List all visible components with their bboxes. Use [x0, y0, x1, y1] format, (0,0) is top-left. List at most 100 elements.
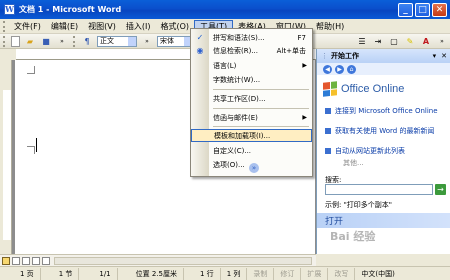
- outline-view-icon[interactable]: [32, 256, 40, 265]
- menu-item-label: 语言(L): [213, 61, 237, 70]
- submenu-arrow-icon: ▶: [302, 62, 307, 69]
- task-pane-title: 开始工作: [331, 52, 359, 60]
- link-latest-news[interactable]: 获取有关使用 Word 的最新新闻: [325, 127, 447, 135]
- submenu-arrow-icon: ▶: [302, 114, 307, 121]
- task-pane-close-icon[interactable]: ✕: [441, 52, 447, 60]
- style-select[interactable]: 正文: [97, 35, 137, 47]
- highlight-icon[interactable]: ✎: [404, 36, 416, 47]
- link-auto-update[interactable]: 自动从网站更新此列表: [325, 147, 447, 155]
- status-language: 中文(中国): [361, 269, 395, 278]
- open-folder-icon[interactable]: ▰: [24, 36, 36, 47]
- menu-item-templates-addins[interactable]: 模板和加载项(I)...: [191, 129, 312, 142]
- maximize-button[interactable]: □: [415, 2, 430, 17]
- baidu-watermark: Bai 经验: [330, 230, 376, 243]
- web-view-icon[interactable]: [12, 256, 20, 265]
- menu-item-research[interactable]: ◉ 信息检索(R)... Alt+单击: [191, 44, 312, 57]
- menu-format[interactable]: 格式(O): [155, 20, 194, 33]
- task-pane-menu-icon[interactable]: ▾: [433, 52, 437, 60]
- toolbar-grip[interactable]: [73, 35, 76, 47]
- menu-view[interactable]: 视图(V): [83, 20, 121, 33]
- bullet-icon: [325, 108, 331, 114]
- bullets-icon[interactable]: ☰: [356, 36, 368, 47]
- print-layout-icon[interactable]: [22, 256, 30, 265]
- status-extend[interactable]: 扩展: [301, 267, 329, 280]
- window-title: 文档 1 - Microsoft Word: [19, 5, 122, 14]
- status-overtype[interactable]: 改写: [328, 267, 356, 280]
- status-record[interactable]: 录制: [247, 267, 275, 280]
- menu-item-label: 拼写和语法(S)...: [213, 33, 265, 42]
- close-button[interactable]: ✕: [432, 2, 447, 17]
- toolbar-options-icon[interactable]: »: [56, 36, 68, 47]
- menu-item-spelling[interactable]: ✓ 拼写和语法(S)... F7: [191, 31, 312, 44]
- font-color-icon[interactable]: A: [420, 36, 432, 47]
- status-section: 1 节: [41, 267, 80, 280]
- minimize-button[interactable]: _: [398, 2, 413, 17]
- open-section-header: 打开: [317, 213, 450, 228]
- expand-menu-icon[interactable]: »: [249, 163, 259, 173]
- menu-file[interactable]: 文件(F): [9, 20, 46, 33]
- indent-icon[interactable]: ⇥: [372, 36, 384, 47]
- search-input[interactable]: [325, 184, 433, 195]
- text-cursor: [36, 138, 37, 152]
- menu-item-language[interactable]: 语言(L) ▶: [191, 59, 312, 72]
- link-more[interactable]: 其他...: [343, 159, 364, 167]
- task-pane-nav: ◀ ▶ ⌂: [317, 63, 450, 75]
- status-track-changes[interactable]: 修订: [274, 267, 302, 280]
- normal-view-icon[interactable]: [2, 256, 10, 265]
- menu-item-word-count[interactable]: 字数统计(W)...: [191, 73, 312, 86]
- menu-insert[interactable]: 插入(I): [121, 20, 156, 33]
- status-position: 位置 2.5厘米: [118, 267, 184, 280]
- toolbar-grip[interactable]: [3, 20, 6, 32]
- menu-edit[interactable]: 编辑(E): [46, 20, 83, 33]
- title-bar: W 文档 1 - Microsoft Word _ □ ✕: [0, 0, 450, 19]
- menu-item-shared-workspace[interactable]: 共享工作区(D)...: [191, 92, 312, 105]
- menu-separator: [213, 89, 309, 90]
- menu-item-letters-mailings[interactable]: 信函与邮件(E) ▶: [191, 111, 312, 124]
- styles-icon[interactable]: ¶: [81, 36, 93, 47]
- formatting-toolbar: ☰ ⇥ ▢ ✎ A »: [320, 34, 450, 49]
- toolbar-options-icon[interactable]: »: [436, 36, 448, 47]
- menu-item-label: 模板和加载项(I)...: [214, 131, 271, 140]
- back-icon[interactable]: ◀: [323, 64, 332, 74]
- toolbar-options-icon[interactable]: »: [141, 36, 153, 47]
- menu-item-label: 字数统计(W)...: [213, 75, 261, 84]
- menu-item-label: 信函与邮件(E): [213, 113, 258, 122]
- tools-menu: ✓ 拼写和语法(S)... F7 ◉ 信息检索(R)... Alt+单击 语言(…: [190, 28, 313, 177]
- new-document-icon[interactable]: [11, 35, 20, 47]
- menu-separator: [213, 108, 309, 109]
- toolbar-grip[interactable]: [3, 35, 6, 47]
- menu-item-shortcut: F7: [297, 33, 306, 42]
- task-pane: ⋮ 开始工作 ▾ ✕ ◀ ▶ ⌂ Office Online 连接到 Micro…: [316, 49, 450, 254]
- spellcheck-icon: ✓: [196, 33, 204, 42]
- menu-item-customize[interactable]: 自定义(C)...: [191, 144, 312, 157]
- search-example: 示例: "打印多个副本": [325, 201, 393, 209]
- menu-separator: [213, 126, 309, 127]
- view-buttons-bar: [0, 254, 316, 266]
- margin-corner-mark: [27, 146, 35, 154]
- link-connect-office-online[interactable]: 连接到 Microsoft Office Online: [325, 107, 447, 115]
- menu-item-label: 自定义(C)...: [213, 146, 252, 155]
- menu-item-label: 选项(O)...: [213, 160, 245, 169]
- task-pane-grip-icon[interactable]: ⋮: [321, 52, 328, 60]
- save-icon[interactable]: ■: [40, 36, 52, 47]
- status-bar: 1 页 1 节 1/1 位置 2.5厘米 1 行 1 列 录制 修订 扩展 改写…: [0, 266, 450, 280]
- vertical-ruler[interactable]: [0, 60, 12, 254]
- home-icon[interactable]: ⌂: [347, 64, 356, 74]
- menu-item-label: 共享工作区(D)...: [213, 94, 266, 103]
- horizontal-scrollbar[interactable]: [54, 256, 312, 265]
- research-icon: ◉: [196, 46, 204, 55]
- office-logo-icon: [323, 81, 337, 97]
- status-page: 1 页: [0, 267, 41, 280]
- bullet-icon: [325, 128, 331, 134]
- office-online-logo: Office Online: [323, 77, 443, 101]
- forward-icon[interactable]: ▶: [335, 64, 344, 74]
- font-select[interactable]: 宋体: [157, 35, 193, 47]
- task-pane-header: ⋮ 开始工作 ▾ ✕: [317, 49, 450, 63]
- search-go-icon[interactable]: →: [435, 184, 446, 195]
- reading-view-icon[interactable]: [42, 256, 50, 265]
- status-column: 1 列: [221, 267, 248, 280]
- margin-corner-mark: [27, 66, 35, 74]
- menu-item-label: 信息检索(R)...: [213, 46, 259, 55]
- menu-help[interactable]: 帮助(H): [311, 20, 349, 33]
- border-icon[interactable]: ▢: [388, 36, 400, 47]
